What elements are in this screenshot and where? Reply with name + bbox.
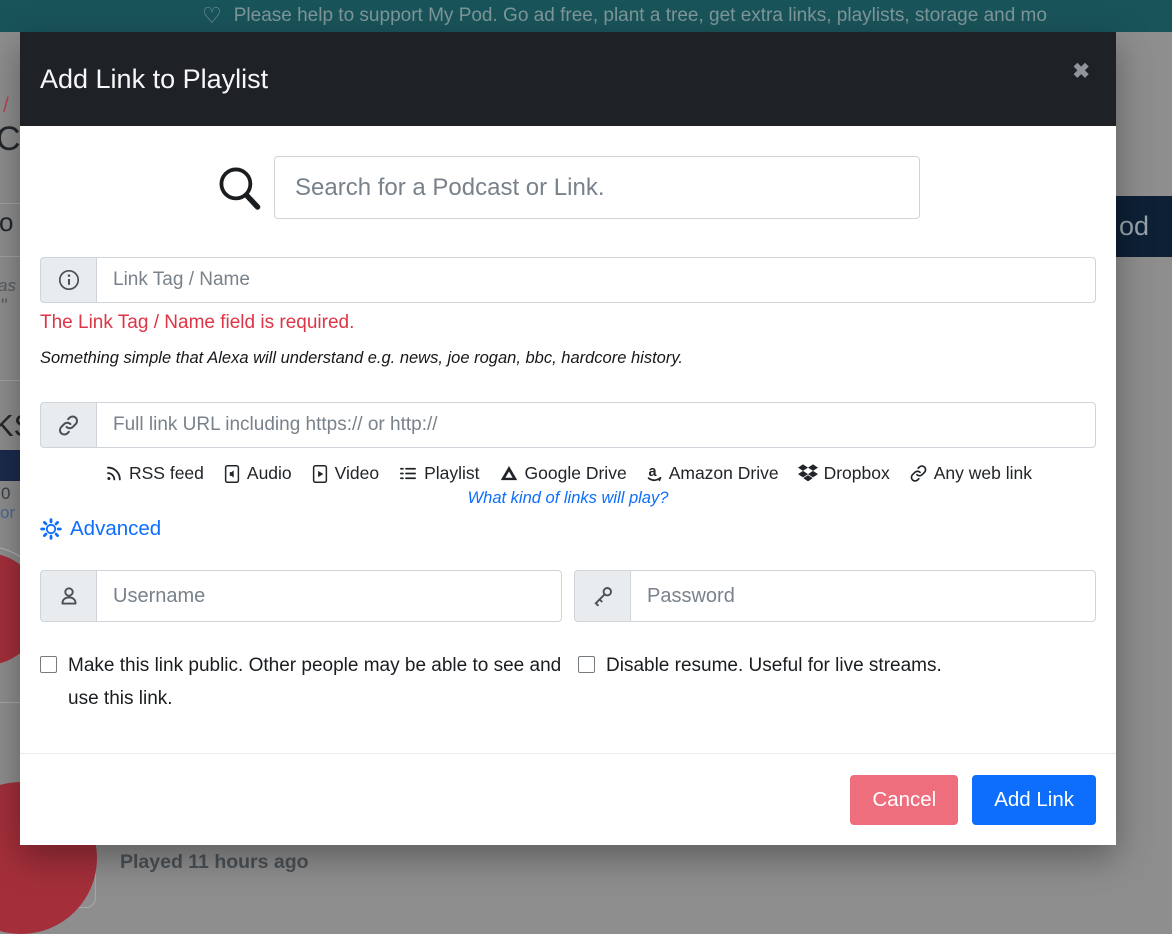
modal-header: Add Link to Playlist ✖	[20, 32, 1116, 126]
playlist-icon	[398, 464, 418, 483]
breadcrumb: /	[3, 94, 9, 118]
search-input[interactable]	[274, 156, 920, 219]
add-to-mypod-button-fragment[interactable]: od	[1116, 196, 1172, 257]
password-field[interactable]	[630, 570, 1096, 622]
link-type-dropbox: Dropbox	[798, 463, 890, 484]
dropbox-icon	[798, 464, 818, 483]
username-group	[40, 570, 562, 622]
link-type-video: Video	[311, 463, 379, 484]
link-type-playlist: Playlist	[398, 463, 479, 484]
page-text-fragment: o	[0, 207, 13, 238]
link-type-label: Video	[335, 463, 379, 484]
link-type-rss: RSS feed	[104, 463, 204, 484]
link-tag-error: The Link Tag / Name field is required.	[40, 312, 1096, 334]
link-tag-input[interactable]	[96, 257, 1096, 303]
user-icon	[40, 570, 96, 622]
close-icon[interactable]: ✖	[1072, 61, 1090, 82]
link-tag-group	[40, 257, 1096, 303]
add-link-modal: Add Link to Playlist ✖	[20, 32, 1116, 845]
page-text-fragment: as	[0, 276, 16, 296]
divider	[0, 380, 20, 381]
public-link-label: Make this link public. Other people may …	[68, 649, 566, 715]
google-drive-icon	[499, 464, 519, 483]
support-banner-text: Please help to support My Pod. Go ad fre…	[234, 5, 1047, 27]
link-icon	[40, 402, 96, 448]
public-link-option: Make this link public. Other people may …	[40, 649, 566, 715]
gear-icon	[40, 518, 62, 540]
info-icon	[40, 257, 96, 303]
svg-text:a: a	[648, 464, 657, 480]
video-file-icon	[311, 464, 329, 484]
link-tag-hint: Something simple that Alexa will underst…	[40, 349, 1096, 368]
add-link-button[interactable]: Add Link	[972, 775, 1096, 825]
link-type-audio: Audio	[223, 463, 292, 484]
disable-resume-label: Disable resume. Useful for live streams.	[606, 649, 942, 715]
what-links-play-link[interactable]: What kind of links will play?	[468, 489, 669, 507]
amazon-drive-icon: a	[646, 463, 663, 484]
credentials-row	[40, 570, 1096, 622]
heart-icon: ♡	[202, 5, 222, 27]
played-status: Played 11 hours ago	[120, 851, 309, 874]
disable-resume-checkbox[interactable]	[578, 656, 595, 673]
link-type-any-web-link: Any web link	[909, 463, 1032, 484]
search-icon	[216, 164, 263, 211]
public-link-checkbox[interactable]	[40, 656, 57, 673]
page-text-fragment: "	[1, 296, 8, 318]
link-type-label: Any web link	[934, 463, 1032, 484]
modal-footer: Cancel Add Link	[20, 753, 1116, 845]
options-row: Make this link public. Other people may …	[40, 649, 1096, 715]
link-type-label: Google Drive	[525, 463, 627, 484]
audio-file-icon	[223, 464, 241, 484]
modal-body: The Link Tag / Name field is required. S…	[20, 156, 1116, 715]
link-type-label: Playlist	[424, 463, 479, 484]
disable-resume-option: Disable resume. Useful for live streams.	[578, 649, 1096, 715]
divider	[0, 256, 20, 257]
any-web-link-icon	[909, 464, 928, 483]
link-types-row: RSS feed Audio Video	[40, 463, 1096, 484]
divider	[0, 203, 20, 204]
page-heading-fragment: C	[0, 120, 21, 159]
advanced-label: Advanced	[70, 517, 161, 541]
link-type-label: Dropbox	[824, 463, 890, 484]
link-url-input[interactable]	[96, 402, 1096, 448]
key-icon	[574, 570, 630, 622]
link-types-help-row: What kind of links will play?	[40, 489, 1096, 508]
support-banner[interactable]: ♡ Please help to support My Pod. Go ad f…	[0, 0, 1172, 32]
username-field[interactable]	[96, 570, 562, 622]
link-type-amazon-drive: a Amazon Drive	[646, 463, 779, 484]
search-row	[40, 156, 1096, 219]
count-fragment: 0	[1, 484, 10, 504]
link-type-google-drive: Google Drive	[499, 463, 627, 484]
password-group	[574, 570, 1096, 622]
advanced-toggle[interactable]: Advanced	[40, 517, 161, 541]
rss-icon	[104, 464, 123, 483]
link-fragment: or	[0, 503, 15, 523]
section-header-bar	[0, 450, 20, 481]
link-type-label: Audio	[247, 463, 292, 484]
link-url-group	[40, 402, 1096, 448]
modal-title: Add Link to Playlist	[40, 64, 1072, 95]
cancel-button[interactable]: Cancel	[850, 775, 958, 825]
link-type-label: RSS feed	[129, 463, 204, 484]
link-type-label: Amazon Drive	[669, 463, 779, 484]
